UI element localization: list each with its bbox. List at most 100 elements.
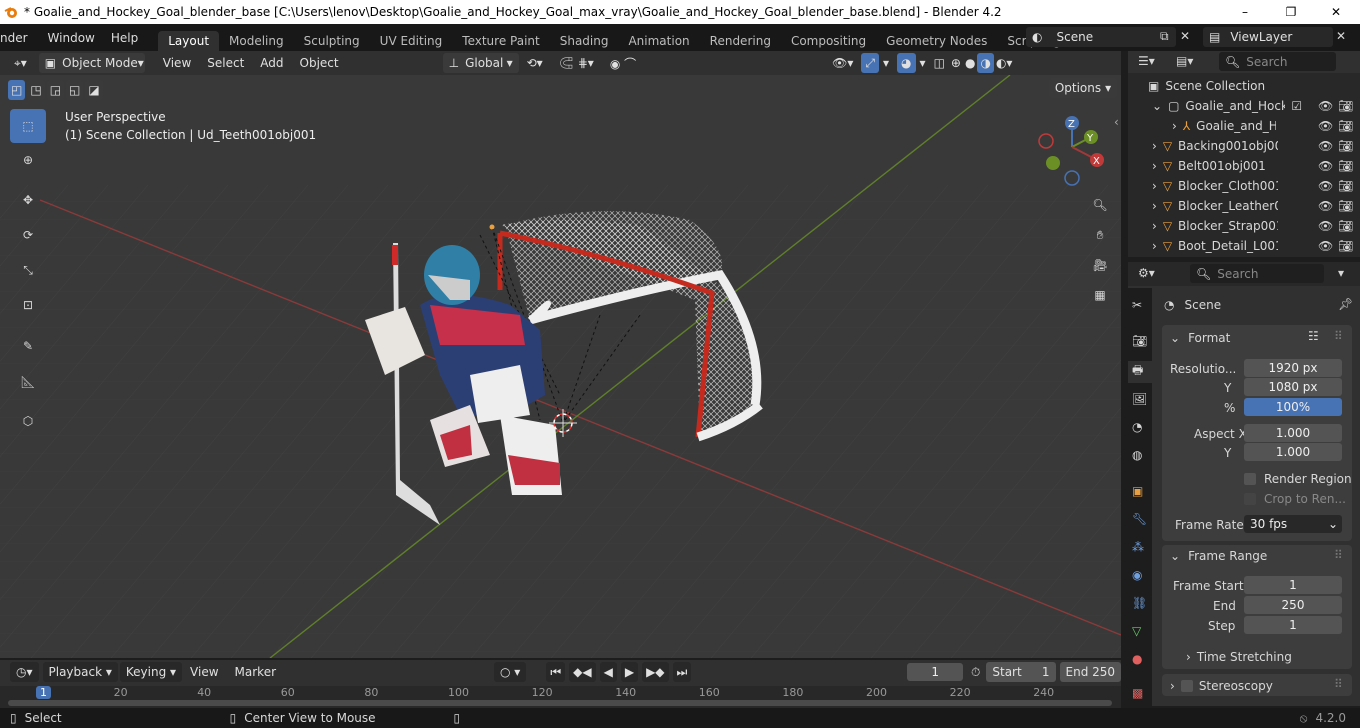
render-camera-icon[interactable]: 📷︎ (1338, 119, 1353, 133)
remove-viewlayer-icon[interactable]: ✕ (1336, 29, 1346, 43)
properties-editor-icon[interactable]: ⚙▾ (1138, 266, 1155, 280)
minimize-button[interactable]: – (1222, 0, 1268, 24)
tab-compositing[interactable]: Compositing (781, 31, 876, 51)
jump-start-icon[interactable]: ⏮ (546, 662, 566, 682)
outliner-row[interactable]: › ▽ Belt001obj001 👁︎ 📷︎ (1128, 156, 1360, 176)
outliner-row[interactable]: › ▽ Blocker_Leather001 👁︎ 📷︎ (1128, 196, 1360, 216)
annotate-tool[interactable]: ✎ (10, 329, 46, 363)
render-tab-icon[interactable]: 📷︎ (1132, 334, 1147, 348)
frame-step-field[interactable]: 1 (1244, 616, 1342, 634)
select-new-icon[interactable]: ◰ (8, 80, 26, 100)
tool-tab-icon[interactable]: ✂ (1132, 298, 1142, 312)
output-tab-icon[interactable]: 🖶 (1128, 361, 1152, 383)
options-dropdown[interactable]: Options ▾ (1049, 78, 1117, 98)
chevron-right-icon[interactable]: › (1172, 119, 1177, 133)
sidebar-toggle-icon[interactable]: ‹ (1114, 115, 1119, 129)
move-tool[interactable]: ✥ (10, 183, 46, 217)
chevron-down-icon[interactable]: ▾ (1338, 266, 1344, 280)
object-tab-icon[interactable]: ▣ (1132, 484, 1143, 498)
outliner-row[interactable]: › ▽ Blocker_Cloth001o 👁︎ 📷︎ (1128, 176, 1360, 196)
pivot-icon[interactable]: ⟲▾ (519, 56, 551, 70)
resolution-x-field[interactable]: 1920 px (1244, 359, 1342, 377)
measure-tool[interactable]: 📐︎ (10, 365, 46, 399)
tab-rendering[interactable]: Rendering (700, 31, 781, 51)
play-reverse-icon[interactable]: ◀ (599, 662, 617, 682)
pan-hand-icon[interactable]: ✋︎ (1088, 223, 1112, 247)
menu-help[interactable]: Help (103, 31, 146, 45)
select-box-tool[interactable]: ⬚ (10, 109, 46, 143)
select-invert-icon[interactable]: ◱ (66, 80, 84, 100)
drag-handle-icon[interactable]: ⠿ (1334, 329, 1343, 343)
render-camera-icon[interactable]: 📷︎ (1338, 239, 1353, 253)
visibility-eye-icon[interactable]: 👁︎ (1318, 179, 1333, 193)
close-button[interactable]: ✕ (1313, 0, 1359, 24)
overlay-toggle-icon[interactable]: ◕ (897, 53, 916, 73)
chevron-right-icon[interactable]: › (1152, 159, 1157, 173)
snap-icon[interactable]: 🧲︎ ⋕▾ (551, 56, 602, 70)
cursor-tool[interactable]: ⊕ (10, 143, 46, 177)
presets-icon[interactable]: ☷ (1308, 329, 1319, 343)
timeline-marker-menu[interactable]: Marker (227, 665, 284, 679)
keying-menu[interactable]: Keying ▾ (119, 662, 183, 682)
tab-layout[interactable]: Layout (158, 31, 220, 51)
frame-range-header[interactable]: ⌄ Frame Range (1170, 546, 1267, 565)
outliner-row[interactable]: › ▽ Backing001obj001 👁︎ 📷︎ (1128, 136, 1360, 156)
chevron-right-icon[interactable]: › (1152, 239, 1157, 253)
modifier-tab-icon[interactable]: 🔧︎ (1132, 512, 1147, 526)
menu-render[interactable]: nder (0, 31, 36, 45)
tab-texture-paint[interactable]: Texture Paint (452, 31, 549, 51)
menu-window[interactable]: Window (36, 31, 103, 45)
jump-keyframe-back-icon[interactable]: ◆◀ (569, 662, 596, 682)
outliner-row[interactable]: › ▽ Blocker_Strap001o 👁︎ 📷︎ (1128, 216, 1360, 236)
texture-tab-icon[interactable]: ▩ (1132, 686, 1143, 700)
jump-end-icon[interactable]: ⏭ (672, 662, 692, 682)
chevron-down-icon[interactable]: ⌄ (1152, 99, 1162, 113)
navigation-gizmo[interactable]: Z Y X (1036, 111, 1110, 187)
wireframe-shading-icon[interactable]: ⊕ (949, 56, 963, 70)
render-region-checkbox[interactable]: Render Region (1244, 469, 1352, 488)
outliner-row[interactable]: › ▽ Boot_Detail_L001o 👁︎ 📷︎ (1128, 236, 1360, 256)
render-camera-icon[interactable]: 📷︎ (1338, 159, 1353, 173)
properties-search-input[interactable]: 🔍︎ Search (1190, 264, 1324, 283)
tab-geometry-nodes[interactable]: Geometry Nodes (876, 31, 997, 51)
select-subtract-icon[interactable]: ◲ (46, 80, 65, 100)
material-tab-icon[interactable]: ● (1132, 652, 1142, 666)
visibility-eye-icon[interactable]: 👁︎ (1318, 219, 1333, 233)
chevron-right-icon[interactable]: › (1152, 199, 1157, 213)
frame-rate-dropdown[interactable]: 30 fps ⌄ (1244, 515, 1342, 533)
tab-modeling[interactable]: Modeling (219, 31, 294, 51)
stopwatch-icon[interactable]: ⏱ (971, 665, 980, 680)
visibility-eye-icon[interactable]: 👁︎ (1318, 199, 1333, 213)
outliner-root-row[interactable]: ▣ Scene Collection (1128, 76, 1360, 96)
view-layer-tab-icon[interactable]: 🖼︎ (1132, 392, 1147, 406)
outliner-search-input[interactable]: 🔍︎ Search (1219, 52, 1336, 71)
perspective-toggle-icon[interactable]: ▦ (1088, 283, 1112, 307)
render-camera-icon[interactable]: 📷︎ (1338, 179, 1353, 193)
timeline-start-field[interactable]: Start 1 (986, 662, 1056, 682)
add-cube-tool[interactable]: ⬡ (10, 404, 46, 438)
menu-object[interactable]: Object (292, 56, 347, 70)
zoom-icon[interactable]: 🔍︎ (1088, 193, 1112, 217)
scale-tool[interactable]: ⤡ (10, 253, 46, 287)
xray-icon[interactable]: ◫ (930, 56, 949, 70)
render-camera-icon[interactable]: 📷︎ (1338, 99, 1353, 113)
timeline-editor-icon[interactable]: ◷▾ (10, 662, 39, 682)
select-extend-icon[interactable]: ◳ (27, 80, 45, 100)
timeline-view-menu[interactable]: View (182, 665, 226, 679)
play-icon[interactable]: ▶ (620, 662, 639, 682)
tab-sculpting[interactable]: Sculpting (294, 31, 370, 51)
current-frame-field[interactable]: 1 (907, 663, 963, 681)
chevron-right-icon[interactable]: › (1152, 139, 1157, 153)
data-tab-icon[interactable]: ▽ (1132, 624, 1141, 638)
outliner-row[interactable]: ⌄ ▢ Goalie_and_Hockey ☑ 👁︎ 📷︎ (1128, 96, 1360, 116)
chevron-right-icon[interactable]: › (1152, 179, 1157, 193)
aspect-x-field[interactable]: 1.000 (1244, 424, 1342, 442)
menu-add[interactable]: Add (252, 56, 291, 70)
playback-menu[interactable]: Playback ▾ (42, 662, 118, 682)
tab-uv-editing[interactable]: UV Editing (370, 31, 453, 51)
remove-scene-icon[interactable]: ✕ (1180, 29, 1190, 43)
display-mode-icon[interactable]: ▤▾ (1176, 54, 1193, 68)
crop-checkbox[interactable]: Crop to Ren... (1244, 489, 1346, 508)
current-frame-marker[interactable]: 1 (36, 686, 51, 699)
drag-handle-icon[interactable]: ⠿ (1334, 548, 1343, 562)
